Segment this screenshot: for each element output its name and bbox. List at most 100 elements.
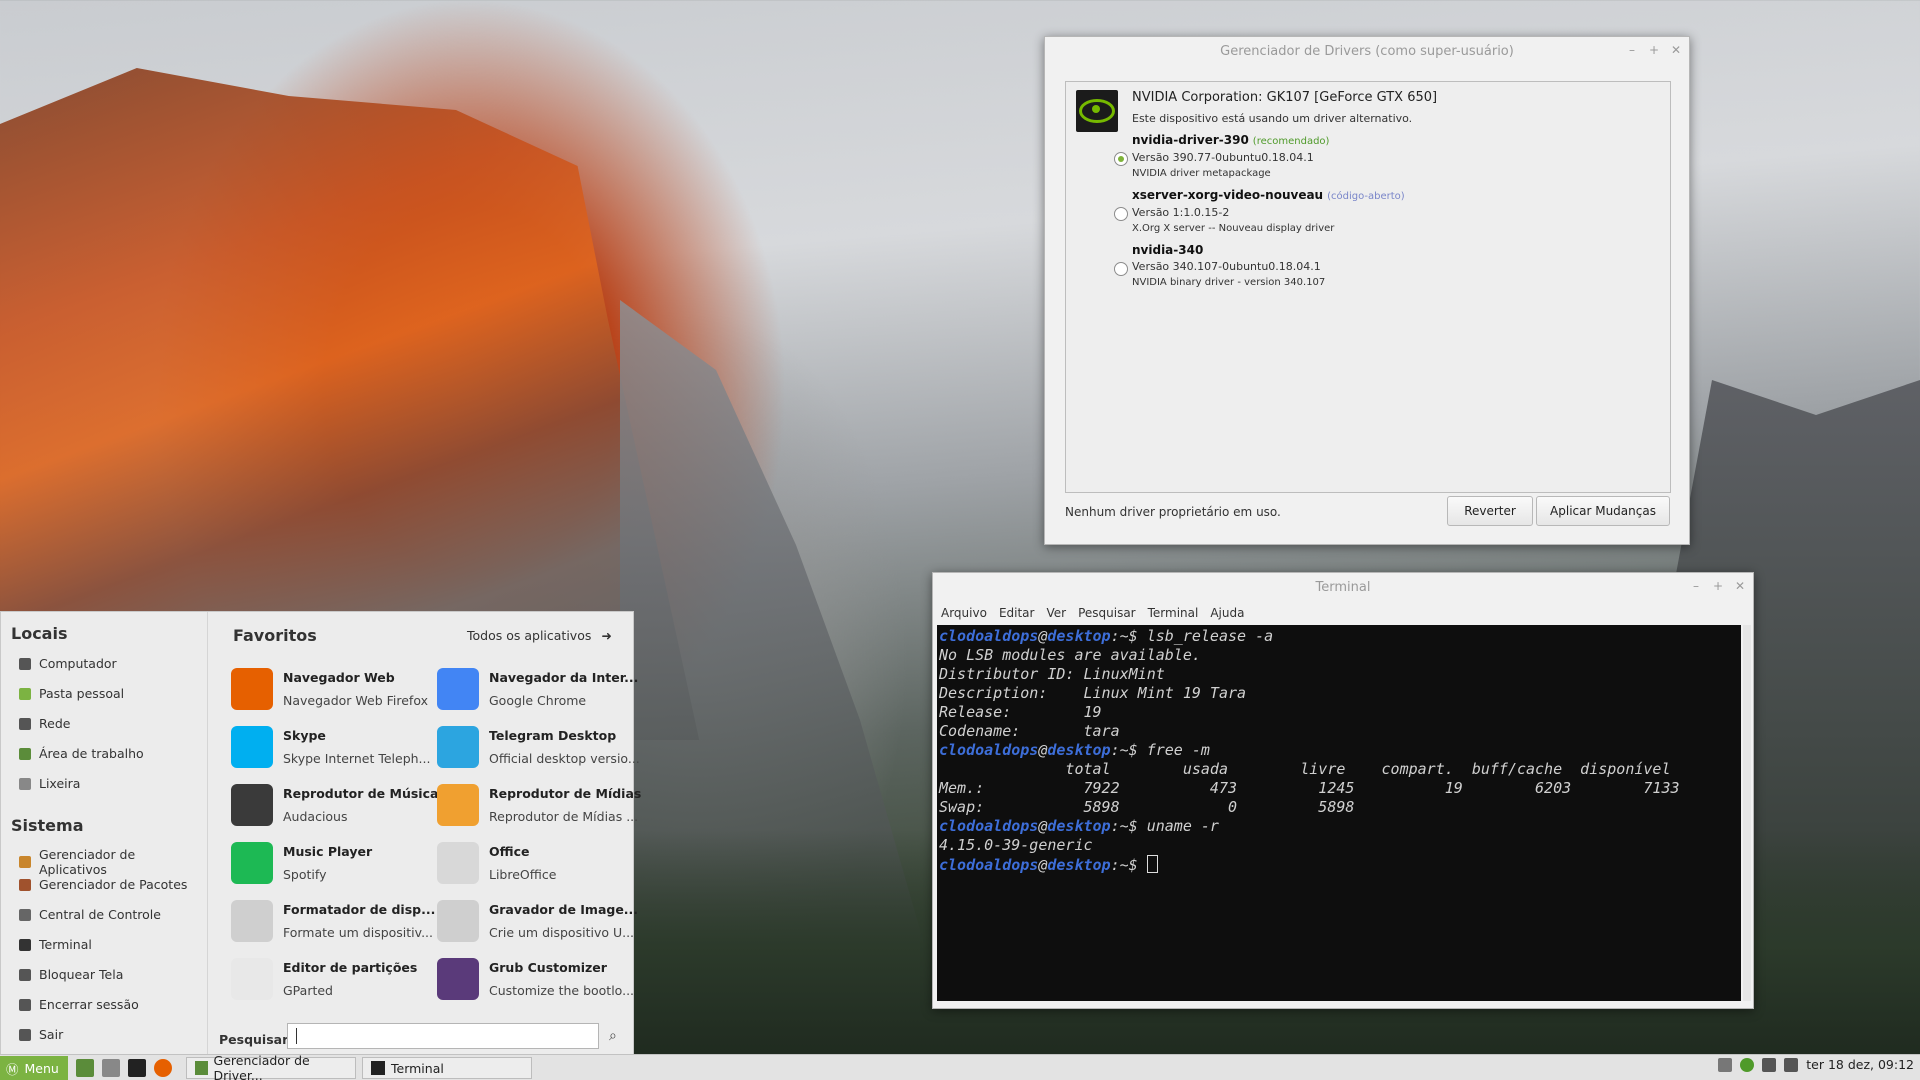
terminal-line: clodoaldops@desktop:~$ uname -r [939,817,1741,836]
driver-option[interactable]: xserver-xorg-video-nouveau (código-aberto… [1114,187,1405,237]
menu-view[interactable]: Ver [1046,606,1066,620]
driver-radio[interactable] [1114,207,1128,221]
update-shield-icon[interactable] [1740,1057,1755,1072]
menu-search[interactable]: Pesquisar [1078,606,1136,620]
prompt-suffix: :~$ [1110,817,1147,835]
menu-sidebar: Locais Computador Pasta pessoal Rede Área d… [1,612,208,1055]
lock-icon [19,968,31,981]
spotify-icon [231,842,273,884]
favorite-app[interactable]: Music Player Spotify [231,838,431,892]
terminal-line: total usada livre compart. buff/cache di… [939,760,1741,779]
places-item[interactable]: Pasta pessoal [19,686,124,701]
office-icon [437,842,479,884]
close-icon[interactable]: ✕ [1733,579,1747,593]
system-item[interactable]: Terminal [19,937,92,952]
system-item-label: Terminal [39,937,92,952]
system-item[interactable]: Gerenciador de Pacotes [19,877,187,892]
system-item[interactable]: Central de Controle [19,907,161,922]
places-item[interactable]: Lixeira [19,776,80,791]
minimize-icon[interactable]: – [1625,43,1639,57]
favorite-app[interactable]: Gravador de Image... Crie um dispositivo … [437,896,638,950]
menu-help[interactable]: Ajuda [1210,606,1244,620]
favorite-app[interactable]: Skype Skype Internet Teleph... [231,722,431,776]
driver-radio[interactable] [1114,152,1128,166]
firefox-launcher-icon[interactable] [154,1059,172,1077]
driver-option[interactable]: nvidia-driver-390 (recomendado) Versão 39… [1114,132,1329,182]
places-item[interactable]: Rede [19,716,70,731]
prompt-user: clodoaldops [939,817,1039,835]
favorite-app[interactable]: Reprodutor de Mídias Reprodutor de Mídias… [437,780,641,834]
close-icon[interactable]: ✕ [1669,43,1683,57]
mint-logo-icon: Ⓜ [6,1061,19,1077]
app-description: Navegador Web Firefox [283,693,428,708]
favorite-app[interactable]: Editor de partições GParted [231,954,431,1008]
driver-option[interactable]: nvidia-340 Versão 340.107-0ubuntu0.18.04… [1114,242,1325,291]
favorite-app[interactable]: Navegador Web Navegador Web Firefox [231,664,431,718]
favorite-app[interactable]: Formatador de disp... Formate um disposit… [231,896,435,950]
favorites-heading: Favoritos [233,626,317,645]
nvidia-icon [1076,90,1118,132]
output-text: No LSB modules are available. [939,646,1201,664]
apply-changes-button[interactable]: Aplicar Mudanças [1536,496,1670,526]
prompt-user: clodoaldops [939,627,1039,645]
favorite-app[interactable]: Navegador da Inter... Google Chrome [437,664,638,718]
output-text: 4.15.0-39-generic [939,836,1093,854]
prompt-user: clodoaldops [939,856,1039,874]
taskbar-window-driver-manager[interactable]: Gerenciador de Driver... [186,1053,356,1080]
search-input[interactable] [287,1023,599,1049]
clock[interactable]: ter 18 dez, 09:12 [1806,1057,1914,1072]
terminal-scrollbar[interactable] [1743,625,1751,1001]
places-item-label: Pasta pessoal [39,686,125,701]
system-item-label: Bloquear Tela [39,967,124,982]
app-name: Reprodutor de Música [283,786,439,801]
network-icon [19,717,31,730]
terminal-icon [371,1061,385,1075]
places-item[interactable]: Computador [19,656,117,671]
favorite-app[interactable]: Telegram Desktop Official desktop versio.… [437,722,640,776]
clipboard-icon[interactable] [1718,1057,1733,1072]
system-item-label: Encerrar sessão [39,997,139,1012]
driver-version: Versão 1:1.0.15-2 [1132,206,1230,219]
terminal-output[interactable]: clodoaldops@desktop:~$ lsb_release -a No … [937,625,1741,1001]
command-text: lsb_release -a [1146,627,1274,645]
search-icon[interactable]: ⌕ [609,1028,625,1044]
all-applications-button[interactable]: Todos os aplicativos ➜ [467,628,612,643]
places-item[interactable]: Área de trabalho [19,746,144,761]
system-item[interactable]: Bloquear Tela [19,967,123,982]
menu-terminal[interactable]: Terminal [1148,606,1199,620]
show-desktop-icon[interactable] [76,1059,94,1077]
favorite-app[interactable]: Office LibreOffice [437,838,637,892]
favorite-app[interactable]: Reprodutor de Música Audacious [231,780,438,834]
revert-button[interactable]: Reverter [1447,496,1533,526]
menu-file[interactable]: Arquivo [941,606,987,620]
menu-edit[interactable]: Editar [999,606,1035,620]
system-item[interactable]: Encerrar sessão [19,997,139,1012]
volume-icon[interactable] [1784,1057,1799,1072]
system-item[interactable]: Gerenciador de Aplicativos [19,847,207,877]
terminal-launcher-icon[interactable] [128,1059,146,1077]
places-item-label: Computador [39,656,117,671]
terminal-line: Codename: tara [939,722,1741,741]
command-text: uname -r [1146,817,1219,835]
terminal-icon [19,938,31,951]
driver-version: Versão 340.107-0ubuntu0.18.04.1 [1132,260,1321,273]
window-title: Gerenciador de Drivers (como super-usuár… [1220,43,1514,59]
output-text: Description: Linux Mint 19 Tara [939,684,1247,702]
file-manager-icon[interactable] [102,1059,120,1077]
system-item[interactable]: Sair [19,1027,63,1042]
network-icon[interactable] [1762,1057,1777,1072]
prompt-suffix: :~$ [1110,856,1147,874]
maximize-icon[interactable]: + [1711,579,1725,593]
menu-button[interactable]: Ⓜ Menu [0,1056,68,1080]
driver-manager-titlebar[interactable]: Gerenciador de Drivers (como super-usuár… [1045,37,1689,65]
taskbar-window-terminal[interactable]: Terminal [362,1057,532,1079]
minimize-icon[interactable]: – [1689,579,1703,593]
output-text: Mem.: 7922 473 1245 19 6203 7133 [939,779,1680,797]
terminal-titlebar[interactable]: Terminal – + ✕ [933,573,1753,601]
maximize-icon[interactable]: + [1647,43,1661,57]
driver-radio[interactable] [1114,262,1128,276]
taskbar-window-label: Gerenciador de Driver... [213,1053,310,1080]
system-item-label: Gerenciador de Aplicativos [39,847,136,877]
favorite-app[interactable]: Grub Customizer Customize the bootlo... [437,954,637,1008]
system-heading: Sistema [11,816,84,835]
